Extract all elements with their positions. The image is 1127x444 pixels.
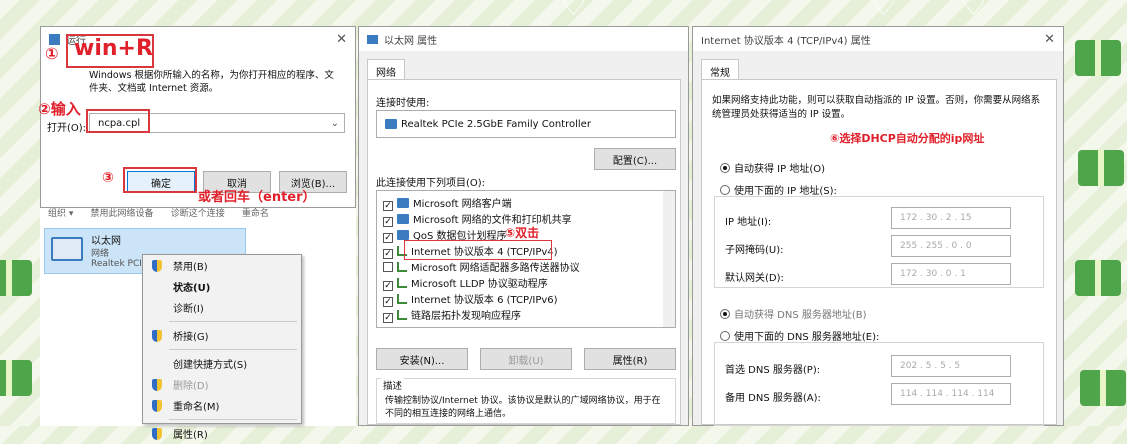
close-icon[interactable]: ✕ [1044,32,1055,47]
input-highlight [86,109,150,133]
list-item[interactable]: ✓ 链路层拓扑发现响应程序 [383,307,521,323]
heart-decoration: ♡ [560,0,587,23]
menu-separator [169,349,297,350]
close-icon[interactable]: ✕ [336,32,347,47]
step3-label: ③ [102,170,114,186]
menu-item-diagnose[interactable]: 诊断(I) [143,297,301,318]
pref-dns-field[interactable]: 202 . 5 . 5 . 5 [891,355,1011,377]
protocol-icon [397,262,407,272]
shield-icon [152,428,162,440]
radio-auto-dns[interactable]: 自动获得 DNS 服务器地址(B) [720,306,867,321]
step2-label: ②输入 [38,100,81,118]
ip-group: IP 地址(I): 子网掩码(U): 默认网关(D): 172 . 30 . 2… [714,196,1044,288]
adapter-status: 网络 [91,249,110,259]
install-button[interactable]: 安装(N)... [376,348,468,370]
ipv4-highlight [404,240,552,260]
gateway-field[interactable]: 172 . 30 . 0 . 1 [891,263,1011,285]
menu-item-bridge[interactable]: 桥接(G) [143,325,301,346]
eth-title: 以太网 属性 [384,35,438,47]
pref-dns-label: 首选 DNS 服务器(P): [725,365,821,376]
network-adapter-icon [385,119,397,129]
list-item[interactable]: ✓ Microsoft 网络客户端 [383,195,512,211]
list-item[interactable]: ✓ Microsoft LLDP 协议驱动程序 [383,275,548,291]
adapter-device: Realtek PCIe [91,259,148,269]
radio-manual-ip[interactable]: 使用下面的 IP 地址(S): [720,182,837,197]
step6-label: ⑥选择DHCP自动分配的ip网址 [830,132,985,145]
winr-label: win+R [74,36,153,61]
gift-decoration [1075,40,1121,76]
protocol-icon [397,278,407,288]
open-label: 打开(O): [47,123,87,134]
menu-item-status[interactable]: 状态(U) [143,276,301,297]
shield-icon [152,379,162,391]
protocol-icon [397,294,407,304]
dns-group: 首选 DNS 服务器(P): 备用 DNS 服务器(A): 202 . 5 . … [714,342,1044,426]
network-adapter-icon [51,237,83,261]
ipv4-properties-window: Internet 协议版本 4 (TCP/IPv4) 属性 ✕ 常规 如果网络支… [692,26,1064,426]
menu-item-disable[interactable]: 禁用(B) [143,255,301,276]
network-icon [367,34,378,44]
ipv4-title: Internet 协议版本 4 (TCP/IPv4) 属性 [701,35,871,47]
gift-decoration [1075,260,1121,296]
description-title: 描述 [381,378,405,392]
items-label: 此连接使用下列项目(O): [376,178,486,189]
menu-item-rename[interactable]: 重命名(M) [143,395,301,416]
shield-icon [152,330,162,342]
network-icon [397,198,409,208]
heart-decoration: ♡ [870,0,897,23]
run-description: Windows 根据你所输入的名称，为你打开相应的程序、文件夹、文档或 Inte… [89,70,334,94]
gift-decoration [0,260,32,296]
gift-decoration [1080,370,1126,406]
description-group: 描述 传输控制协议/Internet 协议。该协议是默认的广域网络协议，用于在不… [376,378,676,424]
step5-label: ⑤双击 [505,226,540,240]
ipv4-intro: 如果网络支持此功能，则可以获取自动指派的 IP 设置。否则，你需要从网络系统管理… [712,95,1041,120]
gift-decoration [0,360,32,396]
shield-icon [152,400,162,412]
configure-button[interactable]: 配置(C)... [594,148,676,170]
adapter-name: 以太网 [91,236,121,247]
adapter-field: Realtek PCIe 2.5GbE Family Controller [376,110,676,138]
subnet-label: 子网掩码(U): [725,245,784,256]
subnet-field[interactable]: 255 . 255 . 0 . 0 [891,235,1011,257]
ip-label: IP 地址(I): [725,217,772,228]
properties-button[interactable]: 属性(R) [584,348,676,370]
shield-icon [152,260,162,272]
list-item[interactable]: Microsoft 网络适配器多路传送器协议 [383,259,580,274]
heart-decoration: ♡ [960,0,987,23]
network-icon [397,230,409,240]
menu-item-create-shortcut[interactable]: 创建快捷方式(S) [143,353,301,374]
alt-dns-field[interactable]: 114 . 114 . 114 . 114 [891,383,1011,405]
context-menu: 禁用(B) 状态(U) 诊断(I) 桥接(G) 创建快捷方式(S) 删除(D) … [142,254,302,441]
alt-dns-label: 备用 DNS 服务器(A): [725,393,821,404]
ok-highlight [123,167,197,193]
eth-titlebar: 以太网 属性 [359,27,688,51]
radio-manual-dns[interactable]: 使用下面的 DNS 服务器地址(E): [720,328,879,343]
ip-field[interactable]: 172 . 30 . 2 . 15 [891,207,1011,229]
run-icon [49,33,60,45]
uninstall-button[interactable]: 卸载(U) [480,348,572,370]
gift-decoration [1078,150,1124,186]
scrollbar[interactable] [663,191,675,327]
menu-separator [169,321,297,322]
list-item[interactable]: ✓ Internet 协议版本 6 (TCP/IPv6) [383,291,558,307]
protocol-icon [397,310,407,320]
network-icon [397,214,409,224]
menu-item-properties[interactable]: 属性(R) [143,423,301,444]
step1-label: ① [45,44,59,63]
radio-auto-ip[interactable]: 自动获得 IP 地址(O) [720,160,825,175]
ipv4-titlebar: Internet 协议版本 4 (TCP/IPv4) 属性 ✕ [693,27,1063,51]
menu-separator [169,419,297,420]
description-text: 传输控制协议/Internet 协议。该协议是默认的广域网络协议，用于在不同的相… [385,396,661,419]
connect-using-label: 连接时使用: [376,98,430,109]
enter-hint: 或者回车（enter） [198,190,316,205]
gateway-label: 默认网关(D): [725,273,784,284]
chevron-down-icon[interactable]: ⌄ [331,118,339,129]
menu-item-delete[interactable]: 删除(D) [143,374,301,395]
list-item[interactable]: ✓ Microsoft 网络的文件和打印机共享 [383,211,572,227]
